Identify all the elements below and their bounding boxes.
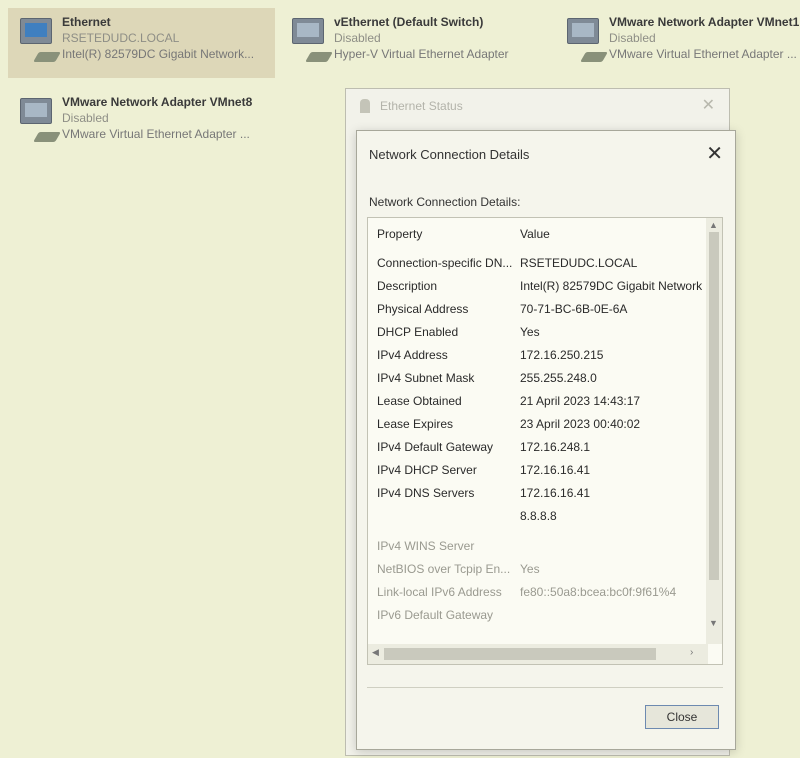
row-property: Lease Obtained — [377, 394, 462, 408]
row-value: Intel(R) 82579DC Gigabit Network Co — [520, 279, 704, 293]
adapter-device: Hyper-V Virtual Ethernet Adapter — [334, 47, 509, 61]
adapter-vmware-vmnet1[interactable]: VMware Network Adapter VMnet1 Disabled V… — [555, 8, 800, 78]
scroll-left-icon[interactable]: ◀ — [372, 647, 379, 658]
adapter-device: VMware Virtual Ethernet Adapter ... — [62, 127, 250, 141]
adapter-vmware-vmnet8[interactable]: VMware Network Adapter VMnet8 Disabled V… — [8, 88, 283, 158]
row-property: IPv4 Subnet Mask — [377, 371, 475, 385]
row-value: Yes — [520, 562, 540, 576]
list-row[interactable]: IPv6 Default Gateway — [368, 603, 704, 627]
row-property: IPv4 Default Gateway — [377, 440, 494, 454]
scroll-up-icon[interactable]: ▲ — [709, 220, 718, 230]
list-header: Property Value — [368, 222, 704, 246]
row-value: 172.16.16.41 — [520, 486, 591, 500]
adapter-name: VMware Network Adapter VMnet8 — [62, 95, 253, 109]
scroll-down-icon[interactable]: ▼ — [709, 618, 718, 628]
row-property: IPv4 WINS Server — [377, 539, 475, 553]
list-row[interactable]: DHCP Enabled Yes — [368, 320, 704, 344]
row-property: Link-local IPv6 Address — [377, 585, 502, 599]
row-value: 255.255.248.0 — [520, 371, 597, 385]
adapter-vethernet-default-switch[interactable]: vEthernet (Default Switch) Disabled Hype… — [280, 8, 550, 78]
column-header-property[interactable]: Property — [377, 222, 512, 246]
row-value: 23 April 2023 00:40:02 — [520, 417, 641, 431]
row-property: IPv4 Address — [377, 348, 448, 362]
row-value: 172.16.16.41 — [520, 463, 591, 477]
adapter-status: Disabled — [609, 31, 656, 45]
list-row[interactable]: Connection-specific DN... RSETEDUDC.LOCAL — [368, 251, 704, 275]
row-value: 70-71-BC-6B-0E-6A — [520, 302, 628, 316]
close-icon[interactable]: ✕ — [706, 141, 723, 166]
dialog-title: Network Connection Details — [369, 147, 530, 162]
horizontal-scrollbar[interactable]: ◀ › — [368, 644, 708, 664]
adapter-name: VMware Network Adapter VMnet1 — [609, 15, 800, 29]
row-property: Lease Expires — [377, 417, 454, 431]
row-value: 21 April 2023 14:43:17 — [520, 394, 641, 408]
row-value: Yes — [520, 325, 540, 339]
list-row[interactable]: Link-local IPv6 Address fe80::50a8:bcea:b… — [368, 580, 704, 604]
adapter-status: RSETEDUDC.LOCAL — [62, 31, 180, 45]
row-property: DHCP Enabled — [377, 325, 459, 339]
row-property: IPv4 DHCP Server — [377, 463, 477, 477]
details-subheading: Network Connection Details: — [369, 195, 521, 209]
divider — [367, 687, 723, 688]
list-row[interactable]: IPv4 Address 172.16.250.215 — [368, 343, 704, 367]
vertical-scrollbar[interactable]: ▲ ▼ — [706, 218, 722, 644]
row-property: IPv6 Default Gateway — [377, 608, 494, 622]
list-row[interactable]: NetBIOS over Tcpip En... Yes — [368, 557, 704, 581]
adapter-status: Disabled — [62, 111, 109, 125]
list-row[interactable]: 8.8.8.8 — [368, 504, 704, 528]
scroll-right-icon[interactable]: › — [690, 647, 693, 658]
details-list[interactable]: Property Value Connection-specific DN...… — [367, 217, 723, 665]
list-row[interactable]: Description Intel(R) 82579DC Gigabit Netw… — [368, 274, 704, 298]
network-connection-details-dialog: Network Connection Details ✕ Network Con… — [356, 130, 736, 750]
list-row[interactable]: Lease Obtained 21 April 2023 14:43:17 — [368, 389, 704, 413]
adapter-device: Intel(R) 82579DC Gigabit Network... — [62, 47, 255, 61]
adapter-ethernet[interactable]: Ethernet RSETEDUDC.LOCAL Intel(R) 82579D… — [8, 8, 275, 78]
list-row[interactable]: IPv4 DHCP Server 172.16.16.41 — [368, 458, 704, 482]
network-adapter-icon — [290, 14, 334, 70]
row-value: 172.16.250.215 — [520, 348, 604, 362]
row-property: IPv4 DNS Servers — [377, 486, 475, 500]
row-property: Physical Address — [377, 302, 469, 316]
row-value: RSETEDUDC.LOCAL — [520, 256, 638, 270]
row-value: 8.8.8.8 — [520, 509, 557, 523]
row-value: fe80::50a8:bcea:bc0f:9f61%4 — [520, 585, 677, 599]
close-button[interactable]: Close — [645, 705, 719, 729]
network-adapter-icon — [18, 14, 62, 70]
list-row[interactable]: Physical Address 70-71-BC-6B-0E-6A — [368, 297, 704, 321]
column-header-value[interactable]: Value — [520, 222, 704, 246]
row-property: NetBIOS over Tcpip En... — [377, 562, 511, 576]
network-adapter-icon — [18, 94, 62, 150]
row-property: Description — [377, 279, 438, 293]
list-row[interactable]: IPv4 Default Gateway 172.16.248.1 — [368, 435, 704, 459]
network-adapter-icon — [565, 14, 609, 70]
row-value: 172.16.248.1 — [520, 440, 591, 454]
network-status-icon — [360, 99, 370, 113]
adapter-name: vEthernet (Default Switch) — [334, 15, 484, 29]
adapter-name: Ethernet — [62, 15, 111, 29]
list-row[interactable]: IPv4 WINS Server — [368, 534, 704, 558]
list-row[interactable]: Lease Expires 23 April 2023 00:40:02 — [368, 412, 704, 436]
adapter-device: VMware Virtual Ethernet Adapter ... — [609, 47, 797, 61]
row-property: Connection-specific DN... — [377, 256, 512, 270]
close-icon[interactable]: ✕ — [702, 95, 715, 115]
adapter-status: Disabled — [334, 31, 381, 45]
list-row[interactable]: IPv4 Subnet Mask 255.255.248.0 — [368, 366, 704, 390]
ethernet-status-title: Ethernet Status — [380, 99, 463, 113]
list-row[interactable]: IPv4 DNS Servers 172.16.16.41 — [368, 481, 704, 505]
vertical-scroll-thumb[interactable] — [709, 232, 719, 580]
horizontal-scroll-thumb[interactable] — [384, 648, 656, 660]
